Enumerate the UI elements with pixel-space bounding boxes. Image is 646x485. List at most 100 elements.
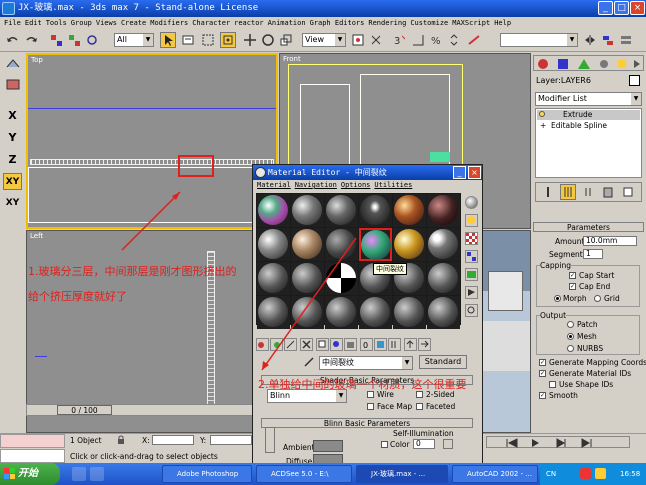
- go-to-parent-icon[interactable]: [404, 338, 417, 351]
- select-object-icon[interactable]: [160, 32, 176, 48]
- morph-radio[interactable]: [554, 295, 561, 302]
- face-map-checkbox[interactable]: [367, 403, 374, 410]
- sample-slot[interactable]: [325, 228, 358, 261]
- me-minimize-button[interactable]: _: [453, 166, 466, 179]
- segments-spinner[interactable]: 1: [583, 249, 603, 259]
- select-by-name-icon[interactable]: [180, 32, 196, 48]
- lock-icon[interactable]: [117, 435, 125, 444]
- viewport-perspective[interactable]: [482, 230, 531, 433]
- reference-coord-dropdown[interactable]: View: [302, 33, 346, 47]
- task-3dsmax[interactable]: JX-玻璃.max - ...: [356, 465, 448, 483]
- minimize-button[interactable]: _: [598, 1, 613, 15]
- spinner-snap-icon[interactable]: [446, 32, 462, 48]
- redo-icon[interactable]: [24, 32, 40, 48]
- smooth-checkbox[interactable]: ✓: [539, 392, 546, 399]
- put-to-scene-icon[interactable]: [270, 338, 283, 351]
- viewport-top[interactable]: Top: [26, 53, 278, 229]
- sample-slot[interactable]: [257, 262, 290, 295]
- copy-material-icon[interactable]: [316, 338, 329, 351]
- quick-launch-desktop-icon[interactable]: [90, 467, 104, 481]
- time-slider[interactable]: 0 / 100: [26, 404, 278, 416]
- menu-help[interactable]: Help: [494, 19, 511, 27]
- move-icon[interactable]: [242, 32, 258, 48]
- named-selection-icon[interactable]: [466, 32, 482, 48]
- assign-to-selection-icon[interactable]: [284, 338, 297, 351]
- pin-stack-icon[interactable]: [540, 184, 556, 200]
- schematic-view-icon[interactable]: [3, 77, 22, 94]
- menu-animation[interactable]: Animation: [268, 19, 306, 27]
- sample-slot[interactable]: [325, 194, 358, 227]
- angle-snap-icon[interactable]: [410, 32, 426, 48]
- axis-constraint-z[interactable]: Z: [3, 151, 22, 168]
- curve-editor-icon[interactable]: [3, 57, 22, 74]
- self-illum-map-button[interactable]: [443, 439, 453, 449]
- language-indicator[interactable]: CN: [546, 463, 556, 485]
- sample-type-icon[interactable]: [465, 196, 478, 209]
- me-menu-navigation[interactable]: Navigation: [295, 181, 337, 189]
- configure-modifier-sets-icon[interactable]: [620, 184, 636, 200]
- put-to-library-icon[interactable]: [344, 338, 357, 351]
- stack-item-extrude[interactable]: Extrude: [537, 110, 640, 120]
- sample-slot-selected[interactable]: [359, 228, 392, 261]
- task-autocad[interactable]: AutoCAD 2002 - ...: [452, 465, 538, 483]
- sample-slot[interactable]: [393, 296, 426, 329]
- menu-group[interactable]: Group: [71, 19, 92, 27]
- command-panel-tabs[interactable]: [533, 55, 644, 71]
- unlink-icon[interactable]: [66, 32, 82, 48]
- background-icon[interactable]: [465, 232, 478, 245]
- mirror-icon[interactable]: [582, 32, 598, 48]
- object-color-swatch[interactable]: [629, 75, 640, 86]
- axis-constraint-y[interactable]: Y: [3, 129, 22, 146]
- backlight-icon[interactable]: [465, 214, 478, 227]
- reset-map-icon[interactable]: [300, 338, 313, 351]
- get-material-icon[interactable]: [256, 338, 269, 351]
- pivot-center-icon[interactable]: [350, 32, 366, 48]
- task-acdsee[interactable]: ACDSee 5.0 - E:\: [256, 465, 352, 483]
- make-unique-icon[interactable]: [580, 184, 596, 200]
- close-button[interactable]: ×: [630, 1, 645, 15]
- patch-radio[interactable]: [567, 321, 574, 328]
- axis-constraint-xy[interactable]: XY: [3, 173, 22, 190]
- sample-slot[interactable]: [291, 296, 324, 329]
- menu-tools[interactable]: Tools: [46, 19, 67, 27]
- self-illum-spinner[interactable]: 0: [413, 439, 435, 449]
- menu-graph-editors[interactable]: Graph Editors: [310, 19, 365, 27]
- align-icon[interactable]: [600, 32, 616, 48]
- region-select-icon[interactable]: [200, 32, 216, 48]
- menu-create[interactable]: Create: [121, 19, 146, 27]
- amount-spinner[interactable]: 10.0mm: [583, 236, 637, 246]
- nurbs-radio[interactable]: [567, 345, 574, 352]
- menu-file[interactable]: File: [4, 19, 21, 27]
- maxscript-listener[interactable]: [0, 434, 65, 448]
- tray-app-icon[interactable]: [580, 468, 591, 479]
- ambient-color-swatch[interactable]: [313, 440, 343, 452]
- video-color-check-icon[interactable]: [465, 268, 478, 281]
- viewport-left[interactable]: Left: [26, 230, 278, 433]
- menu-views[interactable]: Views: [96, 19, 117, 27]
- quick-launch-ie-icon[interactable]: [72, 467, 86, 481]
- options-icon[interactable]: [465, 304, 478, 317]
- sample-slot[interactable]: [257, 296, 290, 329]
- menu-reactor[interactable]: reactor: [234, 19, 264, 27]
- modifier-stack[interactable]: Extrude + Editable Spline: [535, 108, 642, 178]
- show-map-in-viewport-icon[interactable]: [374, 338, 387, 351]
- y-coord-field[interactable]: [210, 435, 252, 445]
- grid-radio[interactable]: [594, 295, 601, 302]
- sample-slot[interactable]: [291, 262, 324, 295]
- cap-end-checkbox[interactable]: ✓: [569, 283, 576, 290]
- sample-slot[interactable]: [427, 194, 460, 227]
- sample-slot[interactable]: [325, 262, 358, 295]
- sample-slot[interactable]: [359, 194, 392, 227]
- self-illum-color-checkbox[interactable]: [381, 441, 388, 448]
- make-unique-material-icon[interactable]: [330, 338, 343, 351]
- pick-material-icon[interactable]: [303, 356, 315, 368]
- parameters-rollout[interactable]: Parameters: [533, 222, 644, 232]
- menu-edit[interactable]: Edit: [25, 19, 42, 27]
- named-selection-sets-dropdown[interactable]: [500, 33, 578, 47]
- me-close-button[interactable]: ×: [468, 166, 481, 179]
- go-forward-sibling-icon[interactable]: [418, 338, 431, 351]
- percent-snap-icon[interactable]: %: [428, 32, 444, 48]
- material-name-dropdown[interactable]: 中间裂纹: [319, 356, 413, 370]
- stack-item-editable-spline[interactable]: + Editable Spline: [537, 121, 640, 131]
- window-crossing-icon[interactable]: [220, 32, 236, 48]
